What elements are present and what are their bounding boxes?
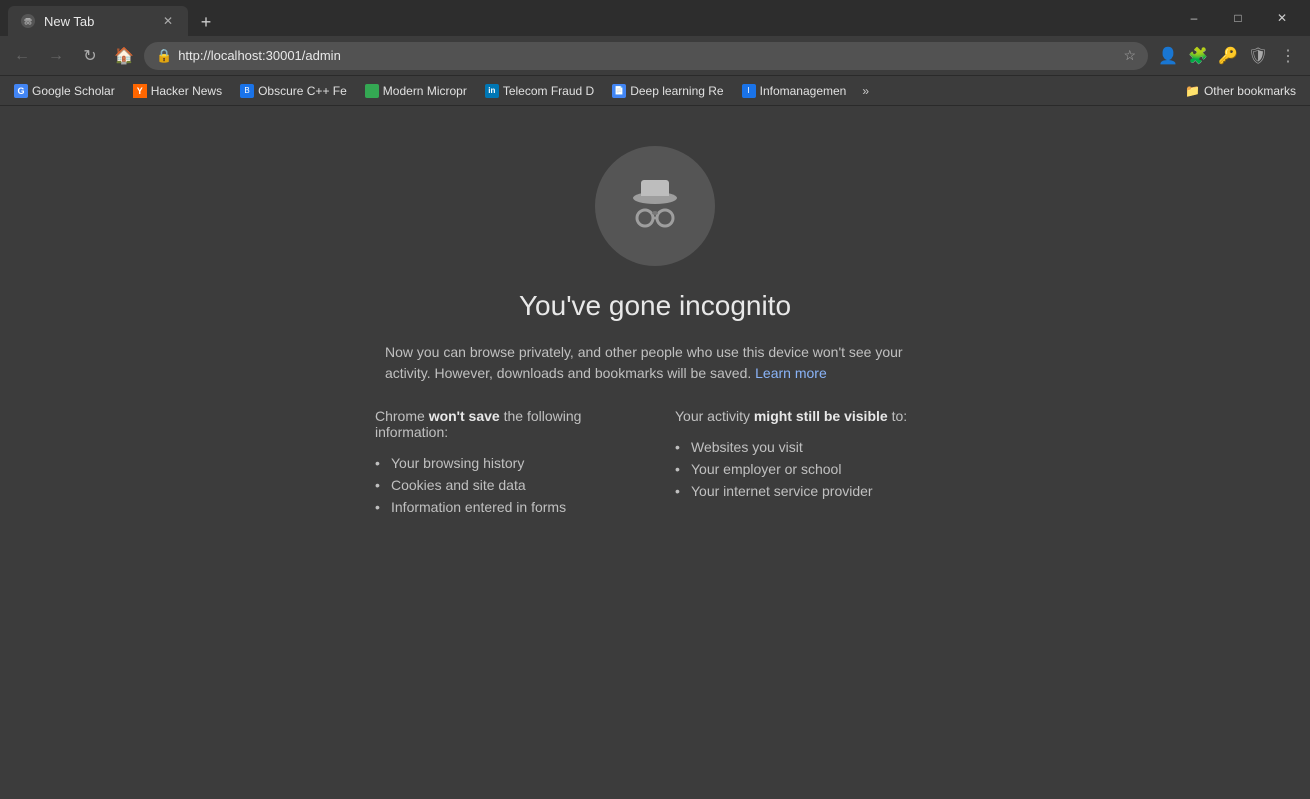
telecom-fraud-favicon: in — [485, 84, 499, 98]
bookmark-obscure-cpp[interactable]: B Obscure C++ Fe — [232, 82, 355, 100]
lock-icon: 🔒 — [156, 48, 172, 64]
wont-save-list: Your browsing history Cookies and site d… — [375, 452, 635, 518]
bookmark-google-scholar-label: Google Scholar — [32, 84, 115, 98]
back-button[interactable]: ← — [8, 42, 36, 70]
tab-title: New Tab — [44, 14, 152, 29]
url-input[interactable] — [178, 48, 1117, 63]
list-item: Your employer or school — [675, 458, 935, 480]
info-columns: Chrome won't save the following informat… — [375, 408, 935, 518]
bookmark-deep-learning-label: Deep learning Re — [630, 84, 723, 98]
hacker-news-favicon: Y — [133, 84, 147, 98]
bookmark-google-scholar[interactable]: G Google Scholar — [6, 82, 123, 100]
other-bookmarks-label: Other bookmarks — [1204, 84, 1296, 98]
bookmark-hacker-news-label: Hacker News — [151, 84, 222, 98]
forward-button[interactable]: → — [42, 42, 70, 70]
title-bar: New Tab ✕ + – □ ✕ — [0, 0, 1310, 36]
bookmark-deep-learning[interactable]: 📄 Deep learning Re — [604, 82, 731, 100]
other-bookmarks-button[interactable]: 📁 Other bookmarks — [1177, 82, 1304, 100]
tab-favicon — [20, 13, 36, 29]
learn-more-link[interactable]: Learn more — [755, 365, 827, 381]
incognito-svg-icon — [619, 170, 691, 242]
incognito-title: You've gone incognito — [519, 290, 791, 322]
reload-button[interactable]: ↻ — [76, 42, 104, 70]
might-visible-suffix: to: — [892, 408, 908, 424]
bookmark-infomanagement-label: Infomanagemen — [760, 84, 847, 98]
might-visible-bold: might still be visible — [754, 408, 888, 424]
wont-save-bold: won't save — [429, 408, 500, 424]
extensions-icon[interactable]: 🧩 — [1184, 42, 1212, 70]
page-content: You've gone incognito Now you can browse… — [0, 106, 1310, 799]
tab-strip: New Tab ✕ + — [8, 0, 1166, 36]
window-controls: – □ ✕ — [1174, 0, 1302, 36]
folder-icon: 📁 — [1185, 84, 1200, 98]
list-item: Your internet service provider — [675, 480, 935, 502]
infomanagement-favicon: I — [742, 84, 756, 98]
list-item: Websites you visit — [675, 436, 935, 458]
toolbar-right: 👤 🧩 🔑 🛡 ⋮ — [1154, 42, 1302, 70]
wont-save-title: Chrome won't save the following informat… — [375, 408, 635, 440]
new-tab-button[interactable]: + — [192, 8, 220, 36]
wont-save-intro: Chrome — [375, 408, 425, 424]
minimize-button[interactable]: – — [1174, 0, 1214, 36]
might-visible-column: Your activity might still be visible to:… — [675, 408, 935, 518]
bookmark-obscure-cpp-label: Obscure C++ Fe — [258, 84, 347, 98]
deep-learning-favicon: 📄 — [612, 84, 626, 98]
bookmarks-right: 📁 Other bookmarks — [1177, 82, 1304, 100]
profile-icon[interactable]: 👤 — [1154, 42, 1182, 70]
bookmark-infomanagement[interactable]: I Infomanagemen — [734, 82, 855, 100]
home-button[interactable]: 🏠 — [110, 42, 138, 70]
might-visible-list: Websites you visit Your employer or scho… — [675, 436, 935, 502]
list-item: Information entered in forms — [375, 496, 635, 518]
incognito-circle — [595, 146, 715, 266]
maximize-button[interactable]: □ — [1218, 0, 1258, 36]
menu-icon[interactable]: ⋮ — [1274, 42, 1302, 70]
bookmark-modern-micropr-label: Modern Micropr — [383, 84, 467, 98]
bookmark-telecom-fraud-label: Telecom Fraud D — [503, 84, 594, 98]
toolbar: ← → ↻ 🏠 🔒 ☆ 👤 🧩 🔑 🛡 ⋮ — [0, 36, 1310, 76]
address-bar[interactable]: 🔒 ☆ — [144, 42, 1148, 70]
list-item: Your browsing history — [375, 452, 635, 474]
bookmark-modern-micropr[interactable]: Modern Micropr — [357, 82, 475, 100]
incognito-description: Now you can browse privately, and other … — [385, 342, 925, 384]
ublock-icon[interactable]: 🛡 — [1244, 42, 1272, 70]
bookmarks-more-button[interactable]: » — [856, 82, 875, 100]
obscure-cpp-favicon: B — [240, 84, 254, 98]
bookmark-hacker-news[interactable]: Y Hacker News — [125, 82, 230, 100]
google-scholar-favicon: G — [14, 84, 28, 98]
list-item: Cookies and site data — [375, 474, 635, 496]
wont-save-column: Chrome won't save the following informat… — [375, 408, 635, 518]
incognito-icon-container — [595, 146, 715, 266]
close-button[interactable]: ✕ — [1262, 0, 1302, 36]
modern-micropr-favicon — [365, 84, 379, 98]
bookmarks-bar: G Google Scholar Y Hacker News B Obscure… — [0, 76, 1310, 106]
might-visible-title: Your activity might still be visible to: — [675, 408, 935, 424]
bookmark-star-icon[interactable]: ☆ — [1123, 47, 1136, 64]
bitwarden-icon[interactable]: 🔑 — [1214, 42, 1242, 70]
might-visible-intro: Your activity — [675, 408, 750, 424]
bookmark-telecom-fraud[interactable]: in Telecom Fraud D — [477, 82, 602, 100]
tab-close-button[interactable]: ✕ — [160, 13, 176, 29]
active-tab[interactable]: New Tab ✕ — [8, 6, 188, 36]
